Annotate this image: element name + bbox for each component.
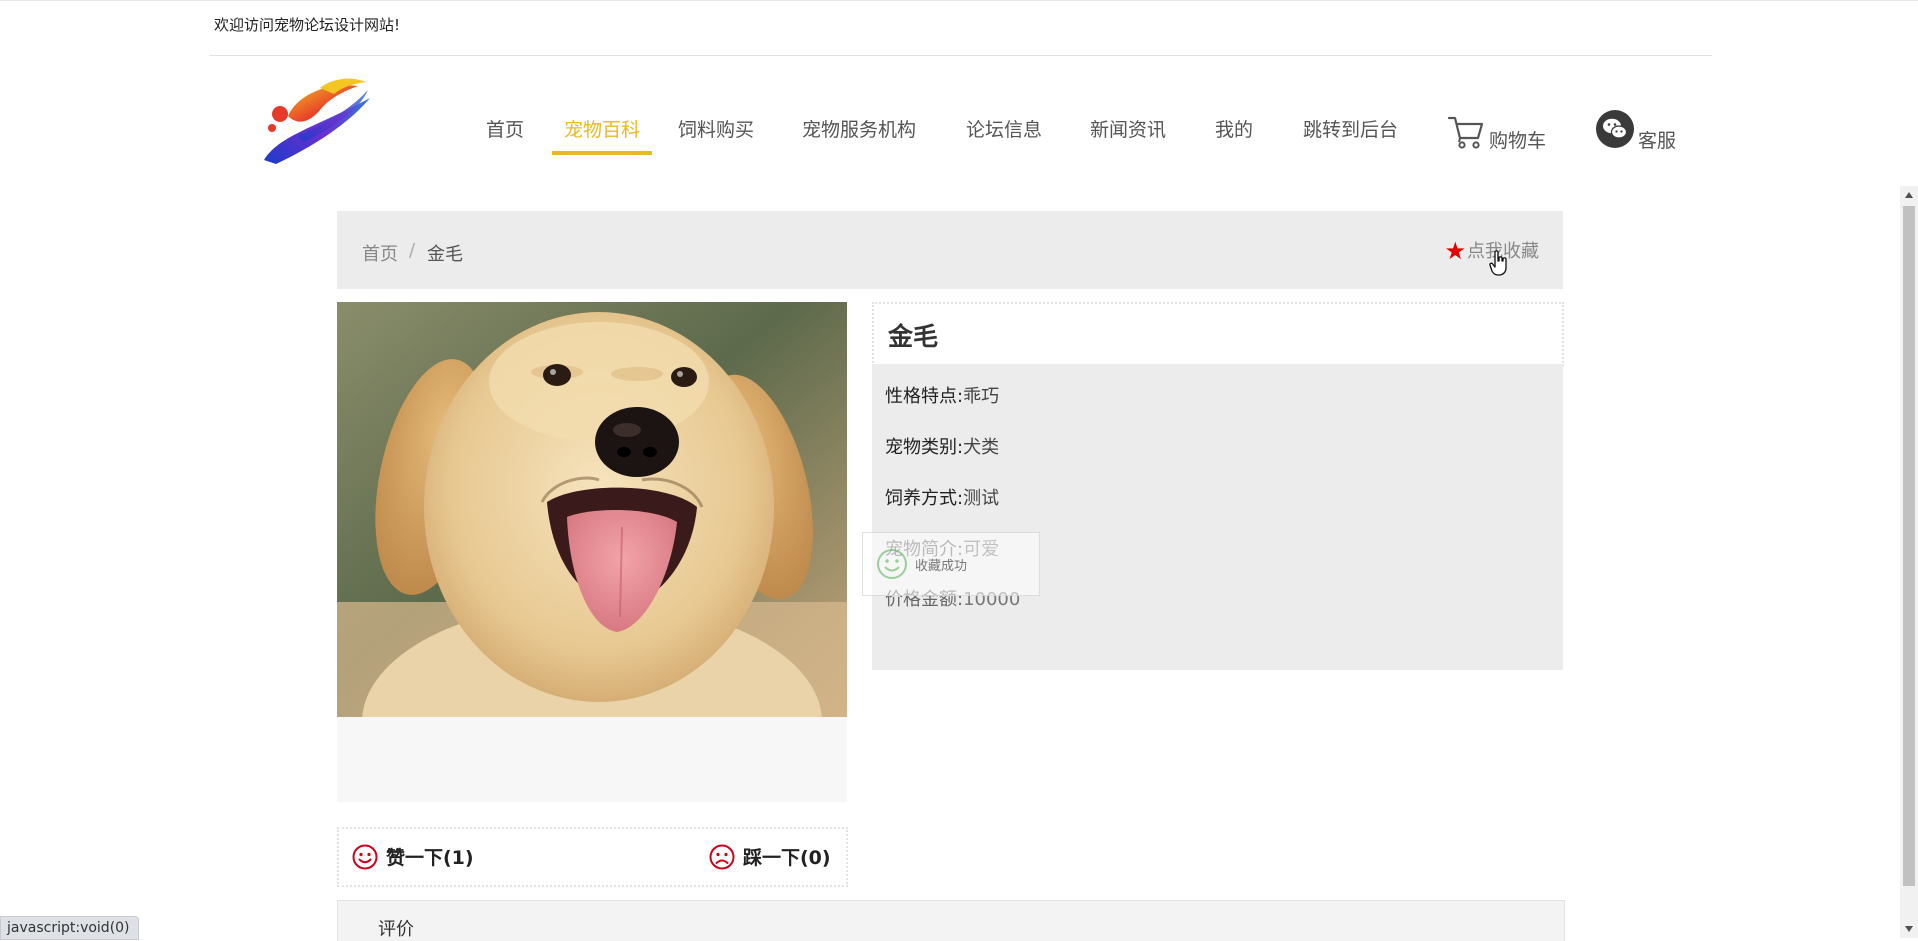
browser-status-bar: javascript:void(0): [0, 916, 139, 940]
nav-item-admin[interactable]: 跳转到后台: [1303, 115, 1398, 155]
nav-item-home[interactable]: 首页: [486, 115, 524, 155]
toast-message: 收藏成功: [915, 559, 968, 574]
star-icon: ★: [1444, 237, 1466, 265]
cart-icon: [1447, 116, 1484, 149]
page-scrollbar[interactable]: [1900, 186, 1918, 938]
breadcrumb-current: 金毛: [427, 244, 463, 265]
smile-face-icon: [352, 844, 378, 870]
cart-label: 购物车: [1489, 130, 1547, 152]
info-row-feeding: 饲养方式:测试: [885, 488, 1000, 509]
nav-item-pet-encyclopedia[interactable]: 宠物百科: [551, 115, 653, 155]
customer-service-button[interactable]: 客服: [1596, 110, 1686, 154]
scroll-up-icon[interactable]: [1905, 192, 1913, 198]
breadcrumb: 首页 / 金毛 ★点我收藏: [337, 211, 1563, 289]
scroll-thumb[interactable]: [1903, 206, 1915, 886]
pet-title-box: 金毛: [872, 302, 1564, 366]
nav-item-forum[interactable]: 论坛信息: [966, 115, 1042, 155]
comments-header: 评价: [337, 900, 1565, 941]
nav-item-mine[interactable]: 我的: [1215, 115, 1253, 155]
pet-name: 金毛: [888, 322, 939, 351]
welcome-text: 欢迎访问宠物论坛设计网站!: [214, 16, 401, 34]
wechat-icon: [1596, 110, 1634, 148]
nav-item-pet-service[interactable]: 宠物服务机构: [802, 115, 916, 155]
pet-image-frame: [337, 302, 847, 802]
top-border: [0, 0, 1918, 1]
cart-button[interactable]: 购物车: [1447, 110, 1547, 154]
breadcrumb-separator: /: [409, 240, 416, 261]
smile-icon: [877, 549, 907, 579]
pet-info-panel: 性格特点:乖巧 宠物类别:犬类 饲养方式:测试 宠物简介:可爱 价格金额:100…: [872, 364, 1563, 670]
pet-photo: [337, 302, 847, 717]
nav-item-news[interactable]: 新闻资讯: [1090, 115, 1166, 155]
scroll-down-icon[interactable]: [1905, 926, 1913, 932]
comments-title: 评价: [378, 919, 414, 940]
dislike-label: 踩一下(0): [743, 847, 831, 869]
nav-item-feed-purchase[interactable]: 饲料购买: [678, 115, 754, 155]
info-row-personality: 性格特点:乖巧: [885, 386, 1000, 407]
like-label: 赞一下(1): [386, 847, 474, 869]
site-logo[interactable]: [258, 76, 376, 168]
hand-cursor-icon: [1489, 250, 1507, 276]
dislike-button[interactable]: 踩一下(0): [709, 843, 831, 870]
header-divider: [210, 55, 1712, 56]
info-row-category: 宠物类别:犬类: [885, 437, 1000, 458]
breadcrumb-home[interactable]: 首页: [362, 240, 398, 266]
customer-service-label: 客服: [1638, 130, 1677, 152]
sad-face-icon: [709, 844, 735, 870]
like-button[interactable]: 赞一下(1): [352, 843, 474, 870]
toast-notification: 收藏成功: [862, 532, 1040, 596]
vote-box: 赞一下(1) 踩一下(0): [337, 827, 848, 887]
